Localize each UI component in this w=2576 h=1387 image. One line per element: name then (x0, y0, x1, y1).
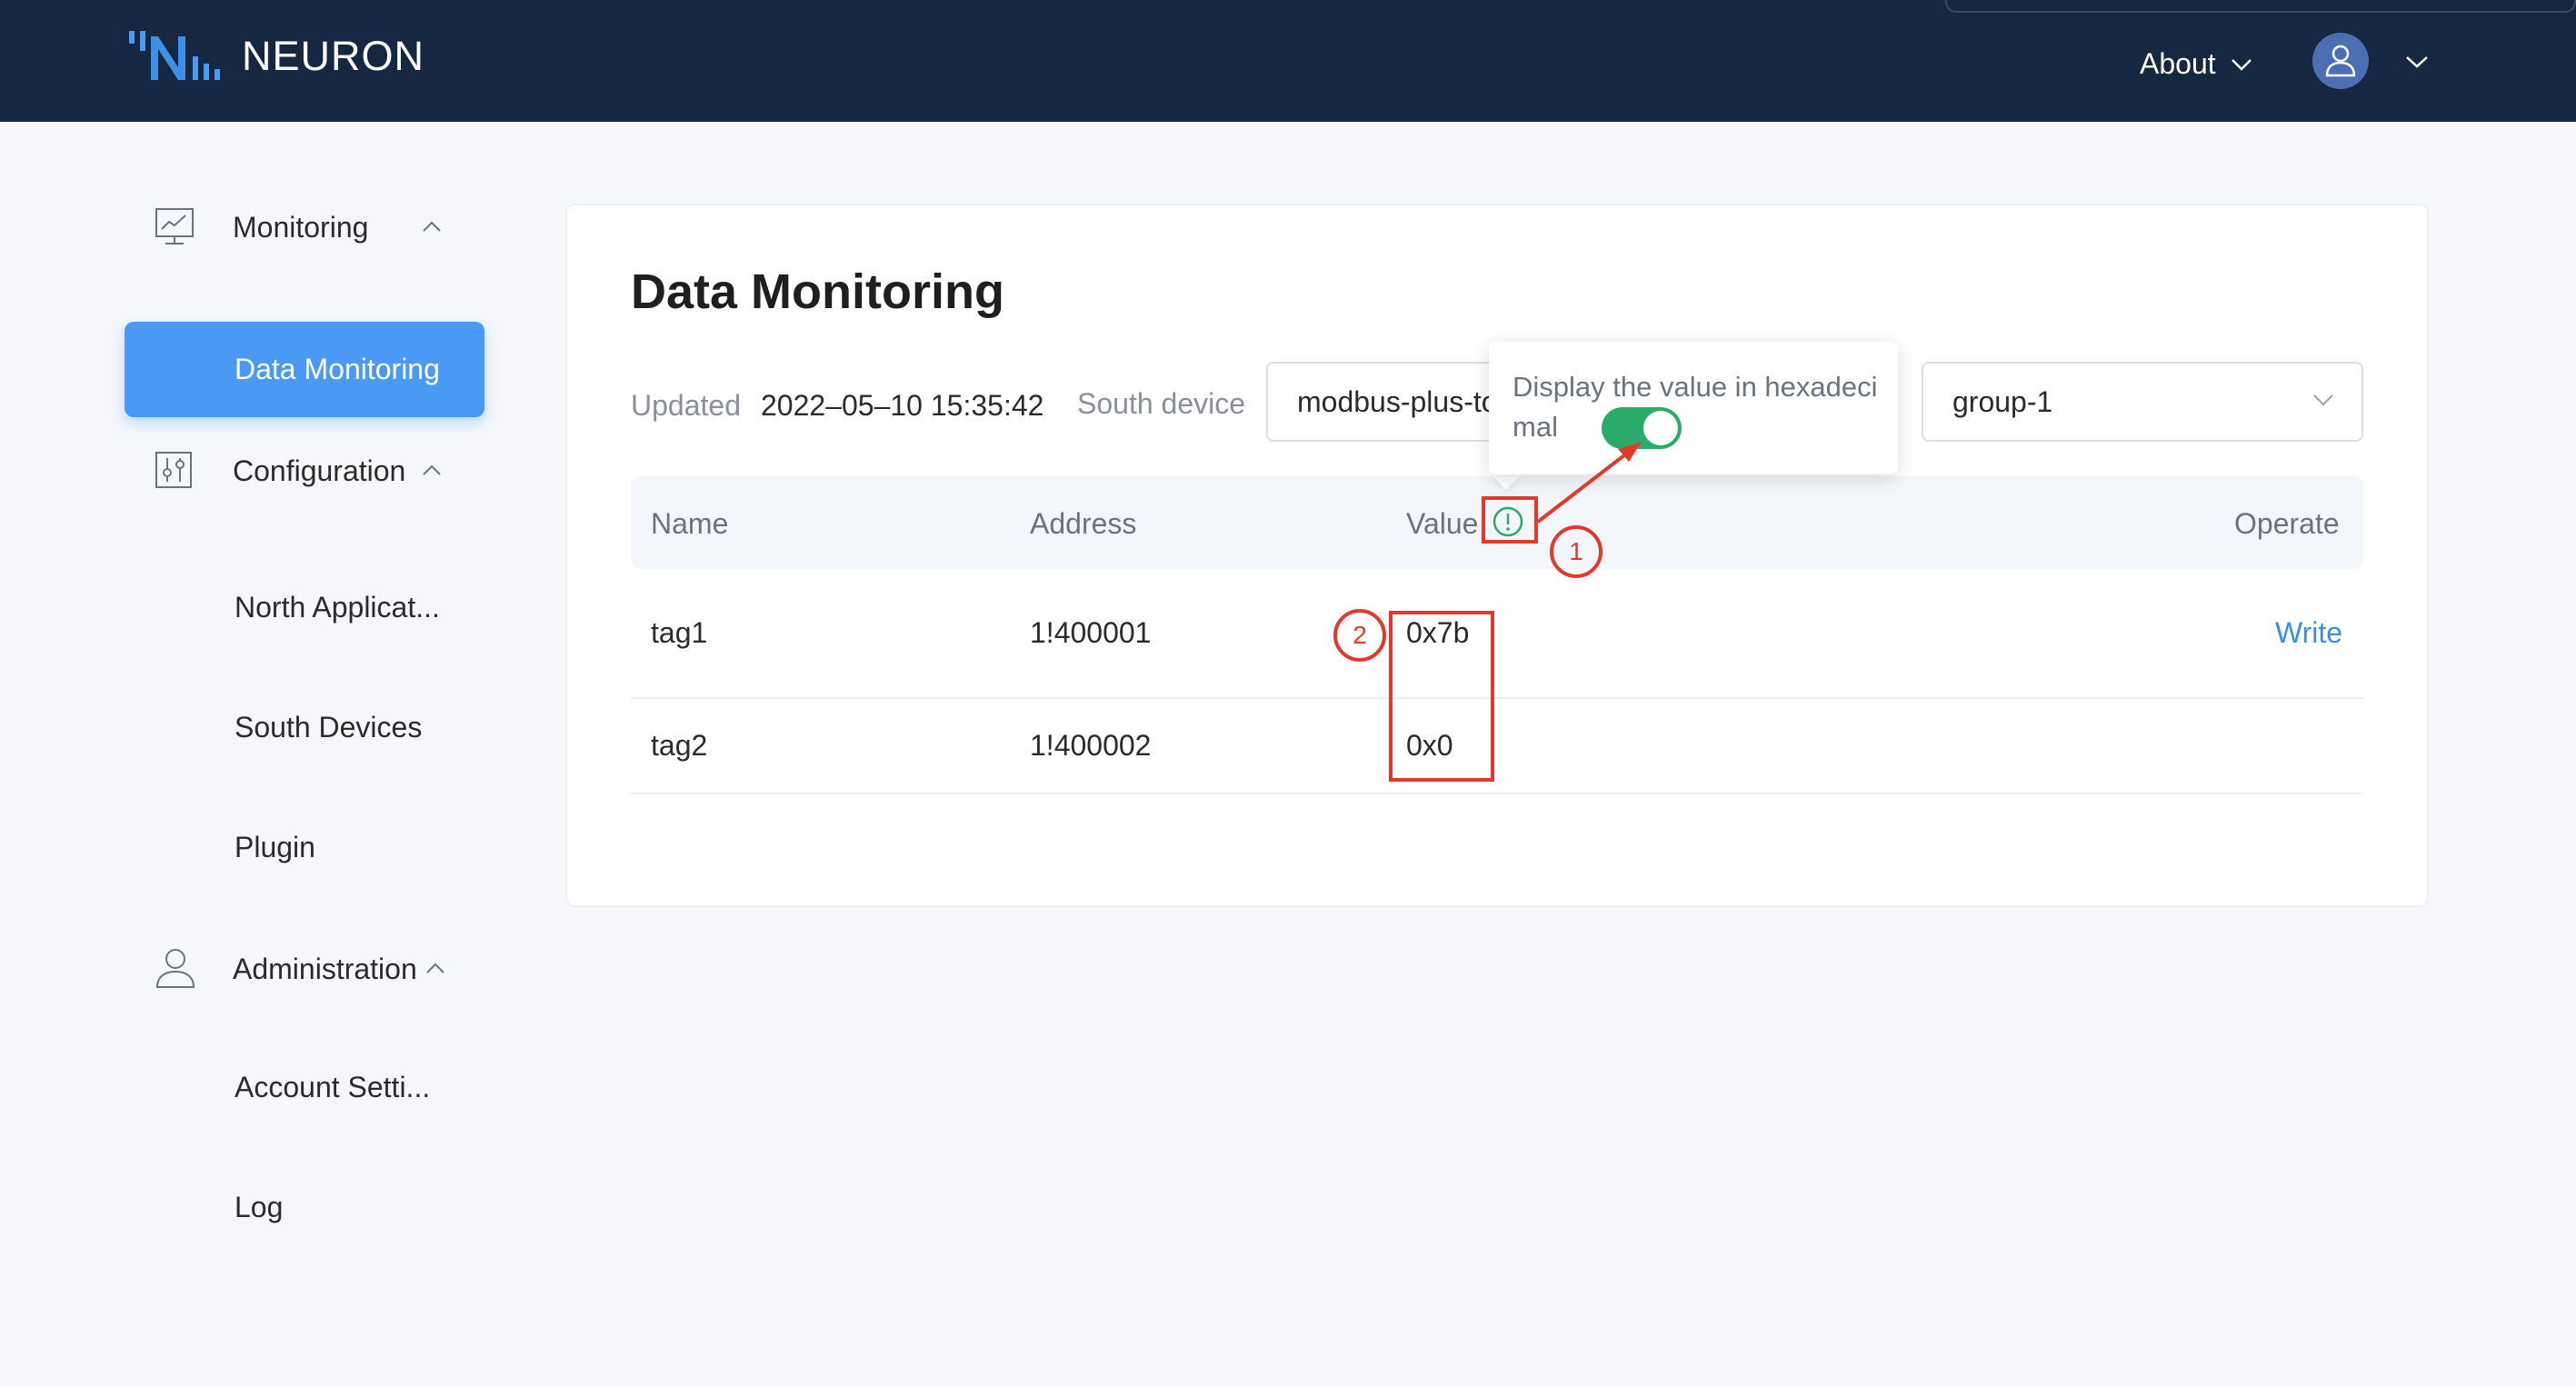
annotation-marker-2: 2 (1333, 609, 1386, 662)
chevron-down-icon[interactable] (2405, 55, 2429, 69)
sidebar-group-label: Monitoring (233, 211, 369, 244)
chevron-up-icon (423, 464, 441, 475)
chevron-up-icon (426, 963, 444, 973)
cell-address: 1!400001 (1030, 616, 1152, 649)
column-header-operate: Operate (2234, 507, 2340, 540)
column-header-address: Address (1030, 507, 1137, 540)
chart-monitor-icon (155, 208, 194, 244)
sidebar-item-plugin[interactable]: Plugin (235, 831, 315, 864)
updated-timestamp: 2022–05–10 15:35:42 (761, 389, 1044, 422)
sliders-icon (155, 452, 192, 488)
sidebar-item-log[interactable]: Log (235, 1191, 283, 1224)
cell-tag-name: tag1 (651, 616, 708, 649)
annotation-box-values (1389, 611, 1494, 782)
tooltip-text: Display the value in hexadecimal (1513, 371, 1878, 443)
south-device-label: South device (1077, 387, 1246, 420)
user-icon (155, 949, 195, 988)
cell-address: 1!400002 (1030, 729, 1152, 762)
chevron-down-icon (2231, 58, 2252, 71)
chevron-down-icon (2313, 394, 2333, 406)
row-divider (631, 697, 2363, 699)
group-select[interactable]: group-1 (1922, 362, 2363, 442)
south-device-select[interactable]: modbus-plus-tcp (1266, 362, 1503, 442)
neuron-logo-icon (129, 31, 220, 80)
hex-display-tooltip: Display the value in hexadecimal (1489, 342, 1898, 474)
annotation-marker-1: 1 (1550, 525, 1603, 578)
sidebar-group-label: Configuration (233, 454, 406, 487)
hex-toggle-switch[interactable] (1602, 407, 1682, 449)
chevron-up-icon (423, 221, 441, 232)
top-header: NEURON About (0, 0, 2576, 122)
sidebar-item-label: Data Monitoring (235, 353, 440, 385)
sidebar-group-label: Administration (233, 953, 417, 985)
page-title: Data Monitoring (631, 264, 1004, 319)
column-header-value: Value (1406, 507, 1479, 540)
brand-name: NEURON (242, 33, 425, 79)
sidebar-item-data-monitoring[interactable]: Data Monitoring (125, 322, 484, 417)
sidebar-item-account-settings[interactable]: Account Setti... (235, 1071, 430, 1104)
cell-tag-name: tag2 (651, 729, 708, 762)
avatar[interactable] (2312, 33, 2369, 89)
user-icon (2325, 45, 2356, 77)
toggle-knob (1643, 411, 1678, 445)
sidebar: Monitoring Data Monitoring Configuration… (0, 122, 545, 1387)
about-label: About (2140, 47, 2216, 80)
group-value: group-1 (1952, 384, 2053, 418)
updated-label: Updated (631, 389, 741, 422)
header-decor (1945, 0, 2576, 13)
south-device-value: modbus-plus-tcp (1297, 384, 1503, 418)
sidebar-item-south-devices[interactable]: South Devices (235, 711, 422, 744)
sidebar-item-north-applications[interactable]: North Applicat... (235, 591, 440, 624)
column-header-name: Name (651, 507, 729, 540)
brand-logo[interactable]: NEURON (127, 27, 424, 85)
about-menu[interactable]: About (2140, 47, 2252, 81)
row-divider (631, 793, 2363, 794)
write-link[interactable]: Write (2275, 616, 2342, 650)
annotation-box-info (1482, 496, 1538, 544)
